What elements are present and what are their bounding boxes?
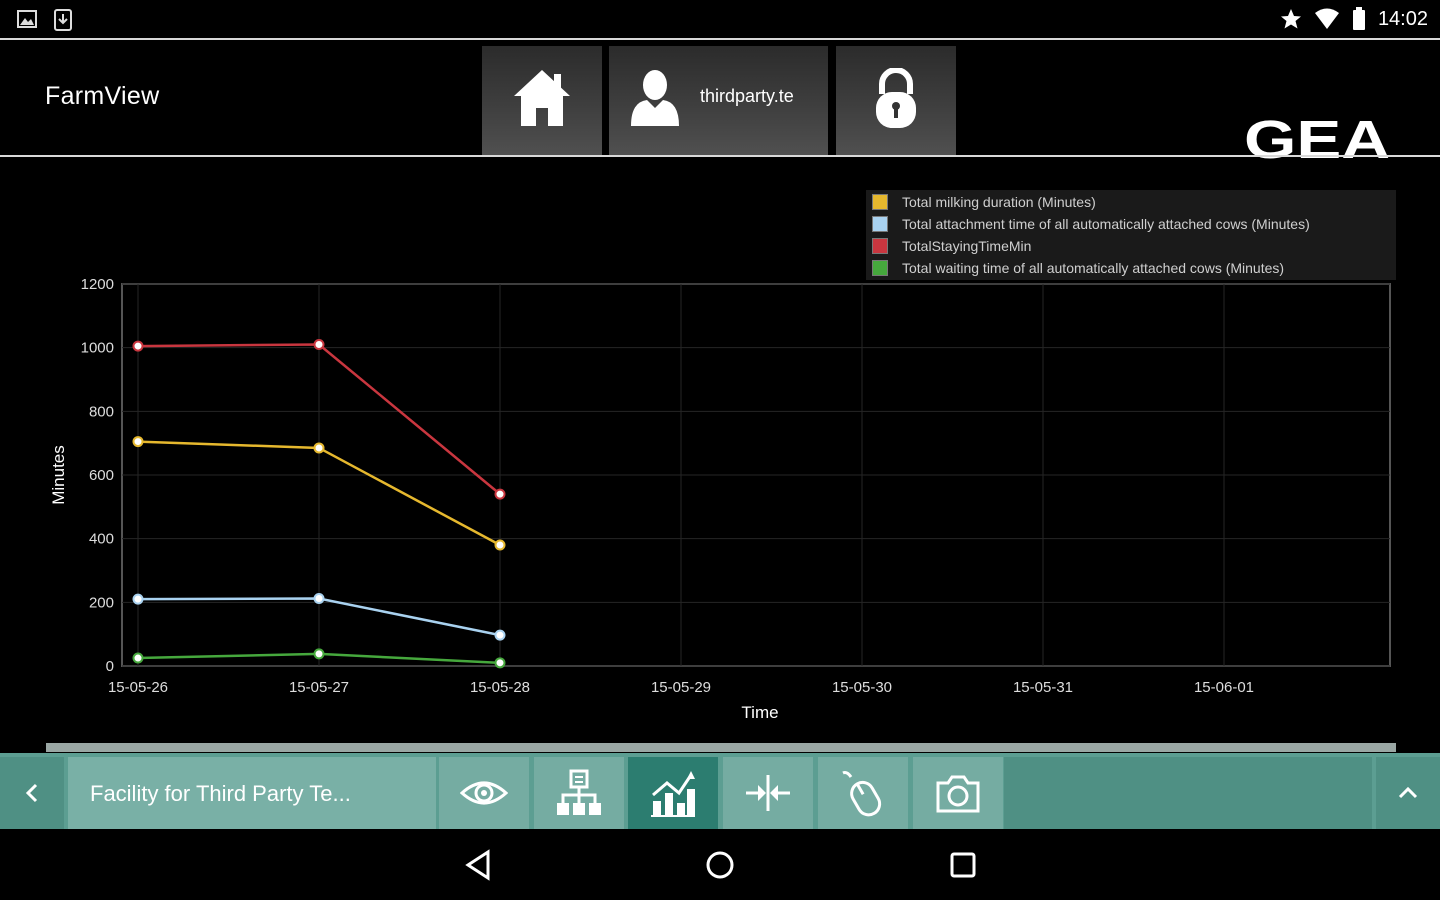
toolbar-spacer bbox=[1004, 757, 1372, 829]
wifi-icon bbox=[1314, 8, 1339, 29]
chevron-up-icon bbox=[1398, 786, 1418, 799]
lock-icon bbox=[876, 68, 916, 128]
home-circle-icon[interactable] bbox=[704, 849, 736, 881]
x-tick-label: 15-05-30 bbox=[832, 679, 892, 696]
lock-button[interactable] bbox=[836, 46, 956, 155]
legend-label: TotalStayingTimeMin bbox=[902, 238, 1032, 254]
chart-button[interactable] bbox=[628, 757, 718, 829]
split-icon bbox=[746, 775, 790, 811]
legend-item: Total waiting time of all automatically … bbox=[872, 258, 1284, 278]
data-point bbox=[313, 338, 325, 350]
data-point bbox=[132, 436, 144, 448]
toolbar-shadow bbox=[46, 743, 1396, 752]
y-tick-label: 800 bbox=[89, 403, 114, 420]
view-button[interactable] bbox=[439, 757, 529, 829]
mouse-button[interactable] bbox=[818, 757, 908, 829]
clock: 14:02 bbox=[1377, 7, 1428, 30]
data-point bbox=[494, 657, 506, 669]
battery-icon bbox=[1352, 7, 1365, 30]
user-label: thirdparty.te bbox=[700, 86, 794, 106]
hierarchy-button[interactable] bbox=[534, 757, 624, 829]
x-tick-label: 15-06-01 bbox=[1194, 679, 1254, 696]
data-point bbox=[494, 488, 506, 500]
legend-label: Total attachment time of all automatical… bbox=[902, 216, 1310, 232]
y-tick-label: 600 bbox=[89, 467, 114, 484]
data-point bbox=[132, 340, 144, 352]
legend-swatch bbox=[872, 216, 888, 232]
x-tick-label: 15-05-31 bbox=[1013, 679, 1073, 696]
legend-item: Total milking duration (Minutes) bbox=[872, 192, 1096, 212]
system-nav-bar bbox=[0, 829, 1440, 900]
eye-icon bbox=[460, 781, 508, 805]
status-bar: 14:02 bbox=[0, 0, 1440, 38]
data-point bbox=[494, 629, 506, 641]
x-tick-label: 15-05-29 bbox=[651, 679, 711, 696]
app-title: FarmView bbox=[45, 82, 160, 110]
split-button[interactable] bbox=[723, 757, 813, 829]
star-icon bbox=[1280, 9, 1301, 29]
data-point bbox=[494, 539, 506, 551]
data-point bbox=[313, 648, 325, 660]
x-tick-label: 15-05-26 bbox=[108, 679, 168, 696]
legend-swatch bbox=[872, 260, 888, 276]
data-point bbox=[132, 652, 144, 664]
legend-swatch bbox=[872, 238, 888, 254]
y-tick-label: 200 bbox=[89, 594, 114, 611]
bottom-toolbar: Facility for Third Party Te... bbox=[0, 753, 1440, 829]
toolbar-expand-button[interactable] bbox=[1376, 757, 1440, 829]
y-tick-label: 0 bbox=[106, 658, 114, 675]
x-tick-label: 15-05-27 bbox=[289, 679, 349, 696]
legend-swatch bbox=[872, 194, 888, 210]
data-point bbox=[313, 593, 325, 605]
app-header: FarmView thirdparty.te GEA bbox=[0, 40, 1440, 166]
download-icon bbox=[54, 9, 72, 31]
facility-selector[interactable]: Facility for Third Party Te... bbox=[68, 757, 436, 829]
home-icon bbox=[514, 70, 570, 126]
y-tick-label: 1000 bbox=[81, 340, 114, 357]
chevron-left-icon bbox=[25, 783, 38, 803]
legend-label: Total milking duration (Minutes) bbox=[902, 194, 1096, 210]
back-icon[interactable] bbox=[464, 849, 494, 881]
divider bbox=[0, 155, 1440, 157]
x-tick-label: 15-05-28 bbox=[470, 679, 530, 696]
image-icon bbox=[17, 10, 37, 28]
chart-icon bbox=[651, 771, 695, 817]
y-tick-label: 1200 bbox=[81, 276, 114, 293]
y-tick-label: 400 bbox=[89, 531, 114, 548]
mouse-icon bbox=[842, 771, 882, 817]
toolbar-back-button[interactable] bbox=[0, 757, 64, 829]
data-point bbox=[313, 442, 325, 454]
legend-label: Total waiting time of all automatically … bbox=[902, 260, 1285, 276]
legend-item: TotalStayingTimeMin bbox=[872, 236, 1031, 256]
home-button[interactable] bbox=[482, 46, 602, 155]
chart-panel: 15-05-26 15-05-27 15-05-28 15-05-29 15-05-30… bbox=[0, 158, 1440, 743]
y-axis-title: Minutes bbox=[49, 445, 68, 505]
legend-item: Total attachment time of all automatical… bbox=[872, 214, 1310, 234]
camera-icon bbox=[936, 775, 980, 813]
facility-title: Facility for Third Party Te... bbox=[90, 781, 351, 806]
x-axis-title: Time bbox=[741, 703, 778, 722]
data-point bbox=[132, 593, 144, 605]
chart-legend: Total milking duration (Minutes) Total at… bbox=[866, 190, 1396, 280]
recents-icon[interactable] bbox=[948, 850, 978, 880]
user-button[interactable]: thirdparty.te bbox=[609, 46, 828, 155]
user-icon bbox=[631, 70, 679, 126]
hierarchy-icon bbox=[557, 769, 601, 815]
camera-button[interactable] bbox=[913, 757, 1003, 829]
